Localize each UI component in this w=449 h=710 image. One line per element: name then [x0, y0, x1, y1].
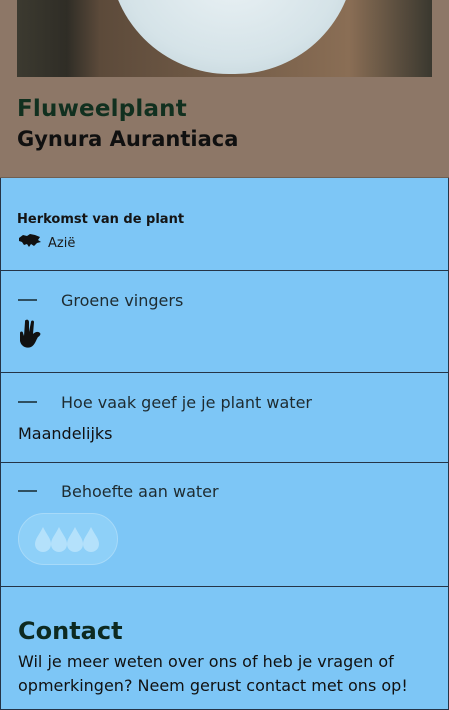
water-need-title: Behoefte aan water	[61, 481, 219, 501]
origin-location: Azië	[18, 233, 75, 253]
water-frequency-header[interactable]: Hoe vaak geef je je plant water	[18, 392, 312, 412]
asia-map-icon	[18, 233, 42, 253]
hand-icon	[18, 318, 44, 354]
origin-label: Herkomst van de plant	[17, 212, 185, 227]
plant-photo	[17, 0, 432, 77]
water-frequency-title: Hoe vaak geef je je plant water	[61, 392, 312, 412]
plant-header: Fluweelplant Gynura Aurantiaca	[0, 0, 449, 178]
water-need-section[interactable]: Behoefte aan water	[0, 463, 449, 587]
water-need-header[interactable]: Behoefte aan water	[18, 481, 219, 501]
plant-latin-name: Gynura Aurantiaca	[17, 127, 239, 151]
collapse-icon	[18, 299, 37, 301]
water-frequency-section[interactable]: Hoe vaak geef je je plant water Maandeli…	[0, 373, 449, 463]
collapse-icon	[18, 490, 37, 492]
origin-region: Azië	[48, 235, 76, 251]
contact-text: Wil je meer weten over ons of heb je vra…	[18, 652, 408, 695]
green-fingers-title: Groene vingers	[61, 290, 184, 310]
green-fingers-header[interactable]: Groene vingers	[18, 290, 183, 310]
plant-pot-image	[109, 0, 355, 74]
origin-section: Herkomst van de plant Azië	[0, 178, 449, 271]
contact-title: Contact	[18, 617, 123, 645]
contact-section: Contact Wil je meer weten over ons of he…	[0, 587, 449, 710]
water-drops-icon	[18, 513, 118, 565]
collapse-icon	[18, 401, 37, 403]
water-frequency-value: Maandelijks	[18, 424, 113, 443]
green-fingers-section[interactable]: Groene vingers	[0, 271, 449, 373]
plant-name: Fluweelplant	[17, 96, 187, 122]
